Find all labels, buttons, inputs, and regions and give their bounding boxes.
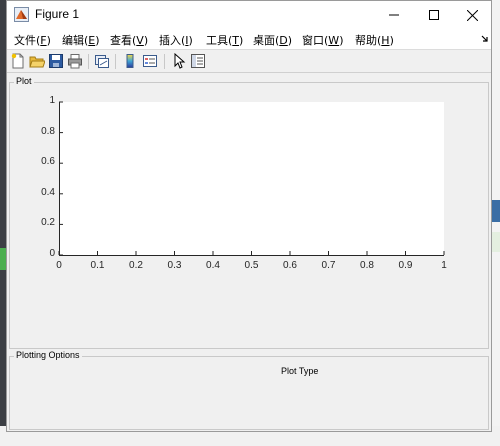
y-tick-label: 0.8 (41, 125, 55, 137)
figure-window: Figure 1 文件(F) 编辑(E) 查看(V) 插入(I) 工具(T) 桌… (6, 0, 492, 432)
x-tick-label: 1 (441, 260, 447, 271)
plot-type-label: Plot Type (281, 366, 319, 376)
x-tick-label: 0.5 (244, 260, 259, 271)
y-tick-label: 0.2 (41, 217, 55, 229)
y-tick-label: 0.6 (41, 156, 55, 168)
y-tick-label: 0.4 (41, 186, 55, 198)
x-tick-label: 0.9 (398, 260, 413, 271)
background-window-edge (492, 0, 500, 446)
x-tick-label: 0.3 (167, 260, 182, 271)
x-tick-label: 0 (56, 260, 62, 271)
x-tick-label: 0.1 (90, 260, 105, 271)
background-button (492, 232, 500, 252)
y-tick-label: 1 (49, 95, 55, 106)
x-tick-label: 0.4 (206, 260, 220, 271)
y-tick-label: 0 (49, 248, 55, 259)
plotting-options-panel: Plotting Options (9, 350, 489, 430)
background-button (492, 200, 500, 222)
x-tick-label: 0.2 (129, 260, 143, 271)
x-tick-label: 0.7 (321, 260, 336, 271)
x-tick-label: 0.8 (360, 260, 374, 271)
x-tick-label: 0.6 (283, 260, 297, 271)
plotting-options-title: Plotting Options (14, 350, 82, 360)
